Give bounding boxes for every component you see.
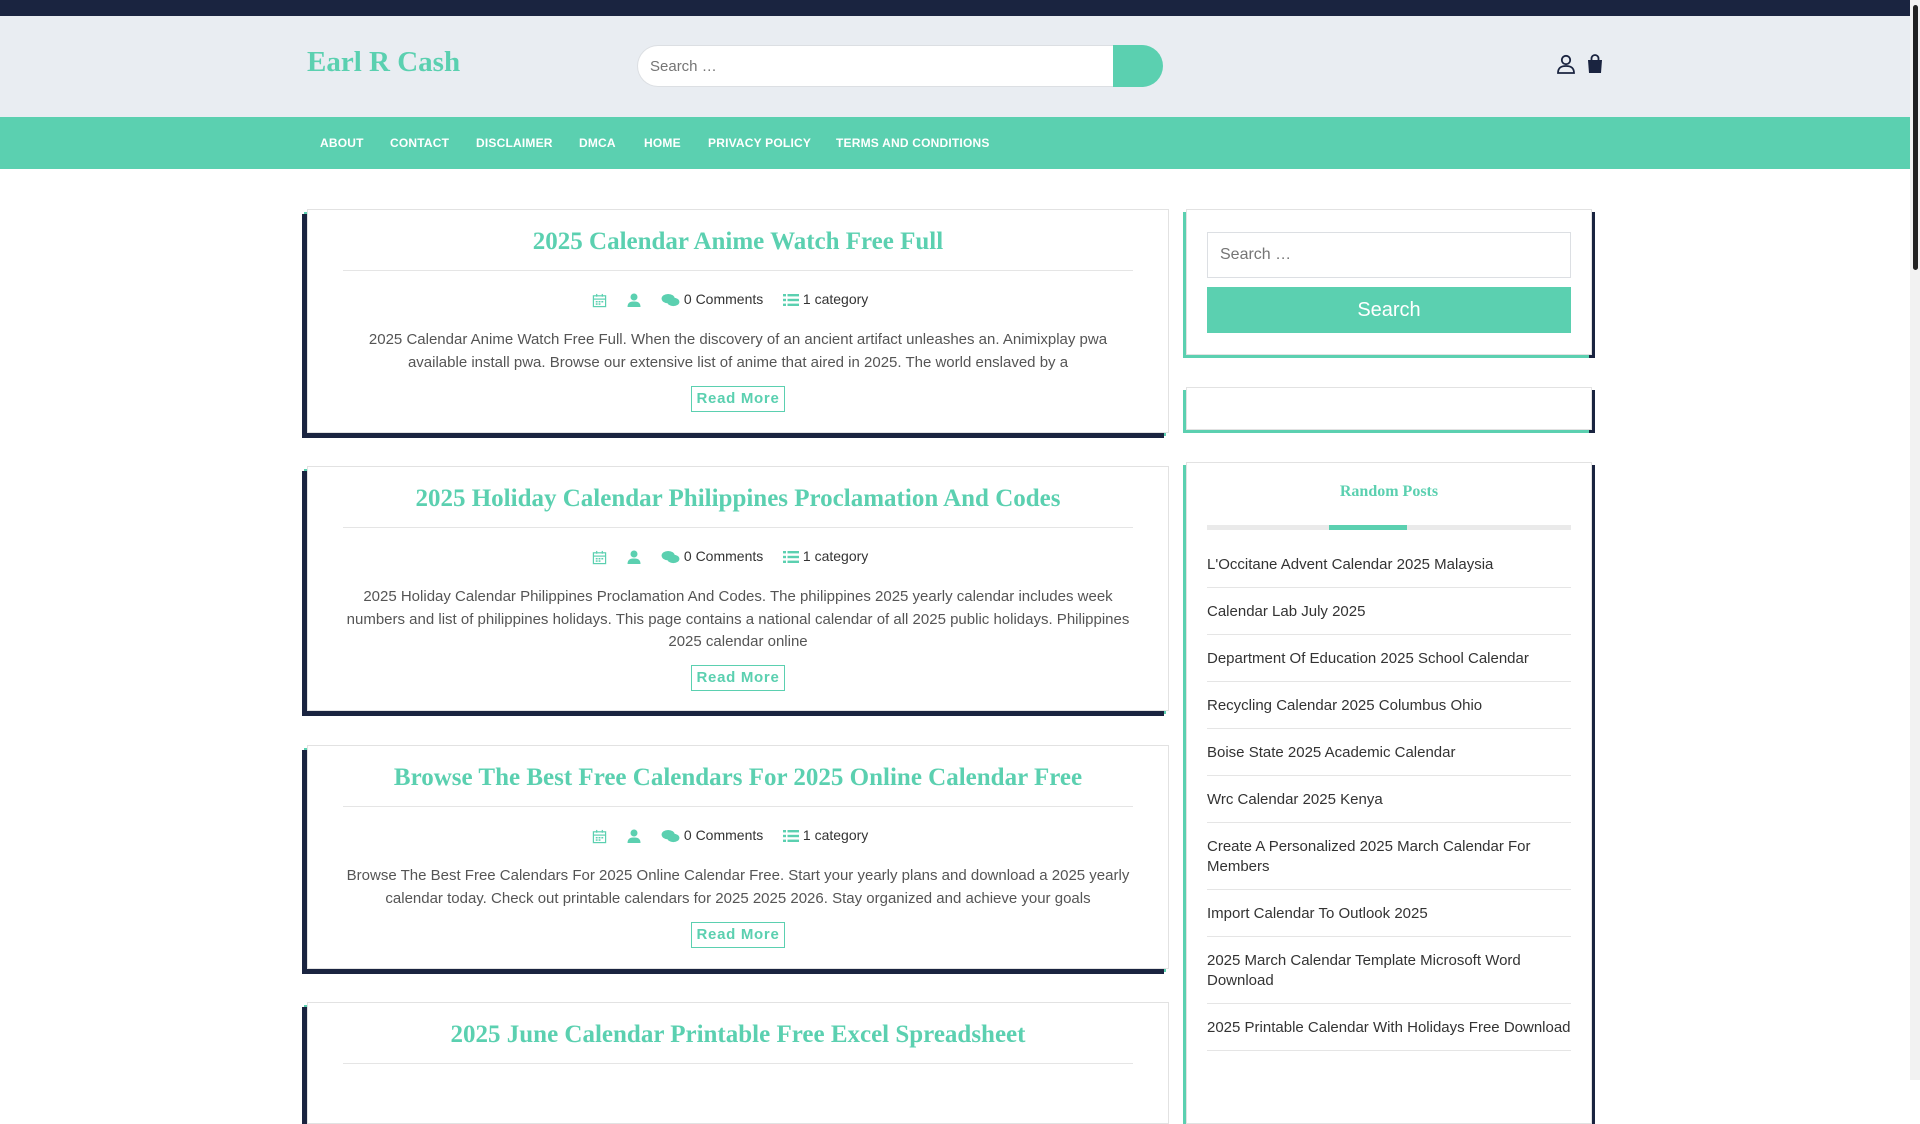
sidebar-empty-widget — [1186, 387, 1592, 430]
divider — [343, 270, 1133, 271]
post-card: Browse The Best Free Calendars For 2025 … — [307, 745, 1169, 969]
scrollbar-thumb[interactable] — [1913, 5, 1918, 270]
user-icon[interactable] — [1554, 52, 1578, 76]
comments-count: 0 Comments — [683, 827, 764, 843]
post-meta: 0 Comments 1 category — [343, 545, 1133, 567]
comments-link[interactable]: 0 Comments — [661, 545, 763, 567]
random-posts-widget: Random Posts L'Occitane Advent Calendar … — [1186, 462, 1592, 1124]
read-more-button[interactable]: Read More — [691, 386, 785, 412]
top-strip — [0, 0, 1910, 16]
widget-title: Random Posts — [1339, 483, 1439, 500]
header-search-form — [637, 45, 1163, 87]
comments-link[interactable]: 0 Comments — [661, 288, 763, 310]
list-item[interactable]: Calendar Lab July 2025 — [1207, 588, 1571, 635]
nav-item-home[interactable]: HOME — [644, 117, 681, 169]
list-item[interactable]: Boise State 2025 Academic Calendar — [1207, 729, 1571, 776]
read-more-button[interactable]: Read More — [691, 665, 785, 691]
post-title[interactable]: 2025 Calendar Anime Watch Free Full — [343, 228, 1133, 256]
author-icon[interactable] — [626, 288, 642, 310]
list-item[interactable]: Department Of Education 2025 School Cale… — [1207, 635, 1571, 682]
list-item[interactable]: Wrc Calendar 2025 Kenya — [1207, 776, 1571, 823]
list-icon — [783, 827, 799, 843]
list-item[interactable]: Import Calendar To Outlook 2025 — [1207, 890, 1571, 937]
comments-link[interactable]: 0 Comments — [661, 824, 763, 846]
divider — [343, 806, 1133, 807]
nav-item-about[interactable]: ABOUT — [320, 117, 364, 169]
list-item[interactable]: Create A Personalized 2025 March Calenda… — [1207, 823, 1571, 890]
post-card: 2025 Calendar Anime Watch Free Full 0 Co… — [307, 209, 1169, 433]
post-card: 2025 June Calendar Printable Free Excel … — [307, 1002, 1169, 1124]
nav-item-dmca[interactable]: DMCA — [579, 117, 616, 169]
post-card: 2025 Holiday Calendar Philippines Procla… — [307, 466, 1169, 711]
post-meta: 0 Comments 1 category — [343, 824, 1133, 846]
comments-count: 0 Comments — [683, 291, 764, 307]
read-more-button[interactable]: Read More — [691, 922, 785, 948]
post-title[interactable]: 2025 Holiday Calendar Philippines Procla… — [343, 485, 1133, 513]
list-item[interactable]: 2025 Printable Calendar With Holidays Fr… — [1207, 1004, 1571, 1051]
divider — [343, 1063, 1133, 1064]
scrollbar[interactable] — [1910, 0, 1920, 1080]
post-title[interactable]: Browse The Best Free Calendars For 2025 … — [343, 764, 1133, 792]
site-header: Earl R Cash — [0, 16, 1910, 117]
list-icon — [783, 548, 799, 564]
calendar-icon[interactable] — [592, 824, 607, 846]
comments-count: 0 Comments — [683, 548, 764, 564]
author-icon[interactable] — [626, 824, 642, 846]
category-label: 1 category — [802, 291, 869, 307]
category-link[interactable]: 1 category — [783, 824, 868, 846]
site-title[interactable]: Earl R Cash — [307, 46, 460, 79]
shopping-bag-icon[interactable] — [1583, 52, 1607, 76]
comments-icon — [661, 827, 680, 843]
category-link[interactable]: 1 category — [783, 288, 868, 310]
nav-item-disclaimer[interactable]: DISCLAIMER — [476, 117, 553, 169]
post-excerpt: 2025 Holiday Calendar Philippines Procla… — [346, 588, 1130, 650]
list-item[interactable]: L'Occitane Advent Calendar 2025 Malaysia — [1207, 541, 1571, 588]
calendar-icon[interactable] — [592, 545, 607, 567]
list-item[interactable]: Recycling Calendar 2025 Columbus Ohio — [1207, 682, 1571, 729]
list-icon — [783, 291, 799, 307]
divider — [343, 527, 1133, 528]
nav-item-privacy-policy[interactable]: PRIVACY POLICY — [708, 117, 811, 169]
nav-item-contact[interactable]: CONTACT — [390, 117, 449, 169]
title-underline — [1329, 525, 1407, 530]
sidebar-search-input[interactable] — [1207, 232, 1571, 278]
nav-item-terms[interactable]: TERMS AND CONDITIONS — [836, 117, 990, 169]
category-link[interactable]: 1 category — [783, 545, 868, 567]
main-nav: ABOUT CONTACT DISCLAIMER DMCA HOME PRIVA… — [0, 117, 1910, 169]
sidebar-search-button[interactable]: Search — [1207, 287, 1571, 333]
post-excerpt: 2025 Calendar Anime Watch Free Full. Whe… — [368, 331, 1108, 371]
header-search-button[interactable] — [1113, 45, 1163, 87]
author-icon[interactable] — [626, 545, 642, 567]
header-search-input[interactable] — [637, 45, 1113, 87]
category-label: 1 category — [802, 827, 869, 843]
sidebar-search-widget: Search — [1186, 209, 1592, 355]
calendar-icon[interactable] — [592, 288, 607, 310]
comments-icon — [661, 548, 680, 564]
category-label: 1 category — [802, 548, 869, 564]
post-title[interactable]: 2025 June Calendar Printable Free Excel … — [343, 1021, 1133, 1049]
post-excerpt: Browse The Best Free Calendars For 2025 … — [346, 867, 1130, 907]
list-item[interactable]: 2025 March Calendar Template Microsoft W… — [1207, 937, 1571, 1004]
comments-icon — [661, 291, 680, 307]
random-posts-list: L'Occitane Advent Calendar 2025 Malaysia… — [1207, 541, 1571, 1051]
post-meta: 0 Comments 1 category — [343, 288, 1133, 310]
